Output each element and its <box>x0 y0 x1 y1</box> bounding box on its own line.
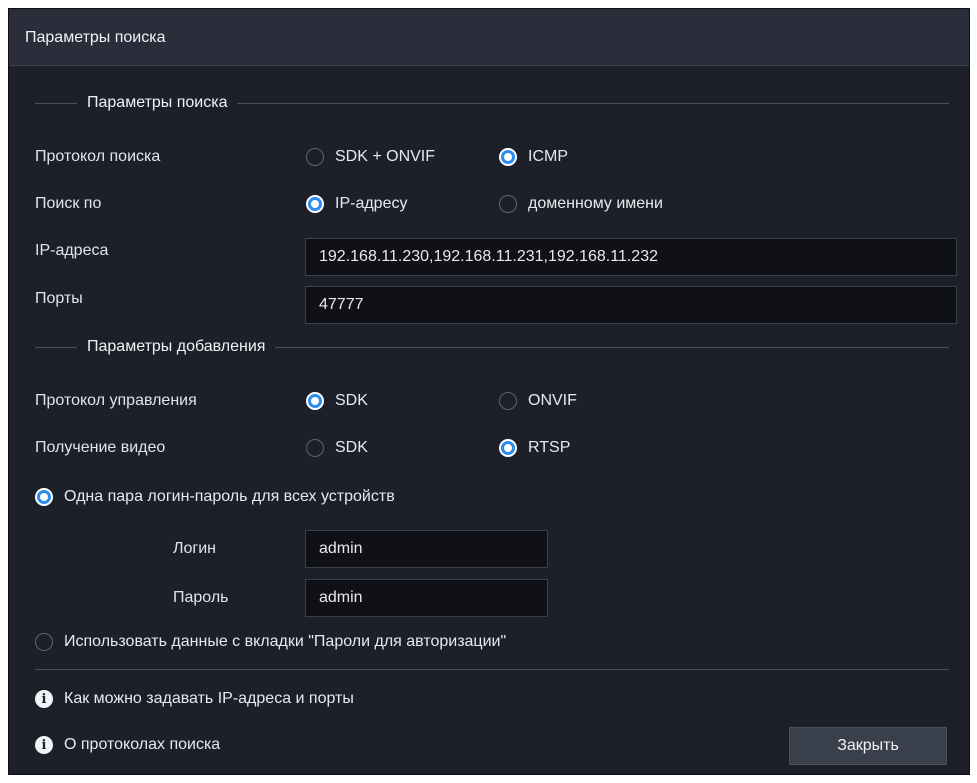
radio-circle-icon <box>306 195 324 213</box>
radio-circle-icon <box>35 488 53 506</box>
radio-control-onvif[interactable]: ONVIF <box>499 390 577 412</box>
login-label: Логин <box>173 540 217 557</box>
radio-use-auth-tab[interactable]: Использовать данные с вкладки "Пароли дл… <box>35 631 506 653</box>
dialog-title: Параметры поиска <box>25 29 166 46</box>
ports-label: Порты <box>35 290 83 307</box>
ip-addresses-input[interactable]: 192.168.11.230,192.168.11.231,192.168.11… <box>305 238 957 276</box>
footer-divider <box>35 669 949 670</box>
ports-input[interactable]: 47777 <box>305 286 957 324</box>
search-by-label: Поиск по <box>35 195 102 212</box>
radio-video-rtsp[interactable]: RTSP <box>499 437 570 459</box>
search-section-legend: Параметры поиска <box>77 93 238 113</box>
help-link-protocols[interactable]: i О протоколах поиска <box>35 736 220 754</box>
radio-circle-icon <box>499 195 517 213</box>
close-button[interactable]: Закрыть <box>789 727 947 765</box>
info-icon: i <box>35 736 53 754</box>
radio-single-credentials[interactable]: Одна пара логин-пароль для всех устройст… <box>35 486 395 508</box>
search-section-header: Параметры поиска <box>35 93 949 113</box>
help-link-ip-ports[interactable]: i Как можно задавать IP-адреса и порты <box>35 690 354 708</box>
password-label: Пароль <box>173 589 229 606</box>
radio-control-sdk[interactable]: SDK <box>306 390 368 412</box>
radio-video-sdk[interactable]: SDK <box>306 437 368 459</box>
video-label: Получение видео <box>35 439 166 456</box>
add-section-legend: Параметры добавления <box>77 337 276 357</box>
radio-circle-icon <box>499 392 517 410</box>
radio-circle-icon <box>35 633 53 651</box>
radio-ip-address[interactable]: IP-адресу <box>306 193 407 215</box>
radio-circle-icon <box>306 148 324 166</box>
login-input[interactable]: admin <box>305 530 548 568</box>
add-section-header: Параметры добавления <box>35 337 949 357</box>
radio-domain-name[interactable]: доменному имени <box>499 193 663 215</box>
radio-circle-icon <box>499 148 517 166</box>
radio-icmp[interactable]: ICMP <box>499 146 568 168</box>
password-input[interactable]: admin <box>305 579 548 617</box>
title-bar[interactable]: Параметры поиска <box>9 9 969 66</box>
radio-circle-icon <box>499 439 517 457</box>
search-protocol-label: Протокол поиска <box>35 148 161 165</box>
radio-circle-icon <box>306 439 324 457</box>
search-params-dialog: Параметры поиска Параметры поиска Проток… <box>8 8 970 775</box>
radio-circle-icon <box>306 392 324 410</box>
info-icon: i <box>35 690 53 708</box>
ip-addresses-label: IP-адреса <box>35 242 109 259</box>
control-protocol-label: Протокол управления <box>35 392 197 409</box>
radio-sdk-onvif[interactable]: SDK + ONVIF <box>306 146 435 168</box>
